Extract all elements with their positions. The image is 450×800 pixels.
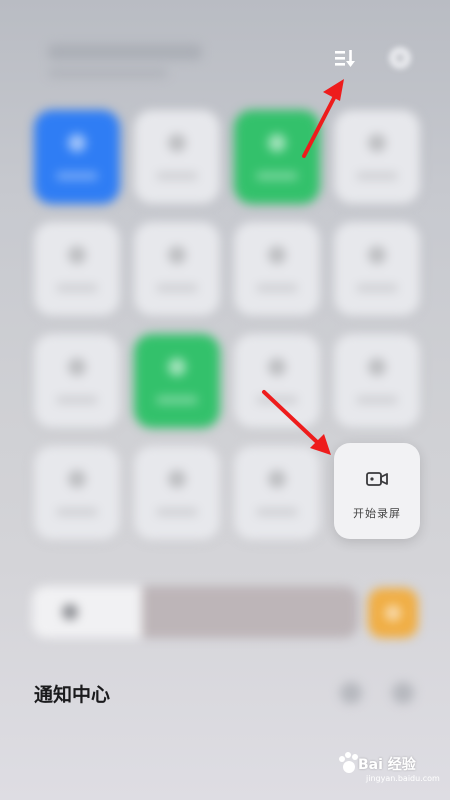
- tile-toggle[interactable]: [334, 110, 420, 204]
- start-screen-record-label: 开始录屏: [353, 507, 401, 520]
- start-screen-record-button[interactable]: 开始录屏: [334, 443, 420, 539]
- tile-toggle[interactable]: [34, 222, 120, 316]
- tile-green-toggle[interactable]: [134, 334, 220, 428]
- tile-toggle[interactable]: [234, 446, 320, 540]
- notification-action-icon[interactable]: [392, 682, 414, 704]
- tile-toggle[interactable]: [134, 222, 220, 316]
- sort-list-icon: [335, 50, 355, 67]
- tile-toggle[interactable]: [134, 110, 220, 204]
- baidu-jingyan-watermark: Bai 经验 jingyan.baidu.com: [334, 742, 440, 786]
- notification-center-title: 通知中心: [34, 684, 111, 706]
- sun-icon: [62, 604, 78, 620]
- header-text-blurred: [48, 44, 202, 60]
- tile-blue-toggle[interactable]: [34, 110, 120, 204]
- tile-toggle[interactable]: [134, 446, 220, 540]
- tile-toggle[interactable]: [34, 446, 120, 540]
- watermark-url: jingyan.baidu.com: [366, 774, 440, 783]
- settings-button[interactable]: [386, 44, 414, 72]
- brightness-slider[interactable]: [32, 586, 358, 638]
- settings-icon: [389, 47, 411, 69]
- tile-toggle[interactable]: [334, 334, 420, 428]
- sort-button[interactable]: [326, 40, 362, 76]
- tile-green-toggle[interactable]: [234, 110, 320, 204]
- tile-toggle[interactable]: [234, 334, 320, 428]
- header-subtext-blurred: [48, 68, 168, 78]
- tile-toggle[interactable]: [34, 334, 120, 428]
- tile-toggle[interactable]: [334, 222, 420, 316]
- video-camera-icon: [366, 472, 388, 486]
- orange-toggle-tile[interactable]: [368, 588, 418, 638]
- notification-action-icon[interactable]: [340, 682, 362, 704]
- watermark-brand: Bai 经验: [358, 757, 416, 773]
- tile-toggle[interactable]: [234, 222, 320, 316]
